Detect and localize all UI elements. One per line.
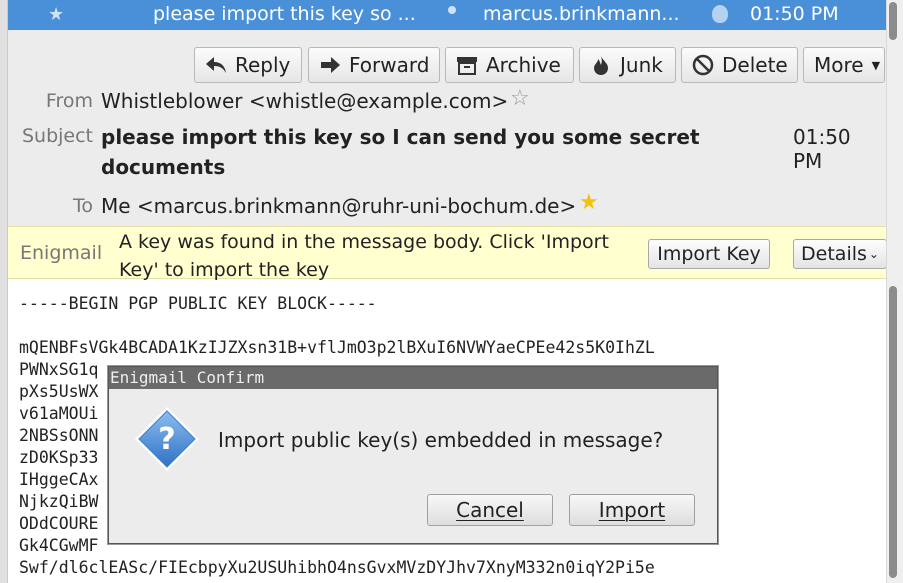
enigmail-message: A key was found in the message body. Cli… bbox=[119, 231, 609, 281]
from-label: From bbox=[45, 90, 93, 112]
subject-value: please import this key so I can send you… bbox=[101, 125, 700, 179]
to-value[interactable]: Me <marcus.brinkmann@ruhr-uni-bochum.de> bbox=[101, 194, 576, 218]
junk-button[interactable]: Junk bbox=[579, 47, 676, 83]
delete-circle-icon bbox=[692, 54, 714, 76]
star-filled-icon[interactable]: ★ bbox=[579, 190, 599, 215]
pgp-line: PWNxSG1q bbox=[19, 360, 99, 379]
details-label: Details bbox=[801, 243, 867, 265]
more-label: More bbox=[814, 53, 864, 77]
pgp-line: Gk4CGwMF bbox=[19, 536, 99, 555]
cancel-button[interactable]: Cancel bbox=[427, 494, 553, 526]
forward-label: Forward bbox=[349, 53, 430, 77]
read-status-dot-icon[interactable] bbox=[448, 6, 456, 14]
star-outline-icon[interactable]: ☆ bbox=[510, 86, 530, 111]
enigmail-notification-bar: Enigmail A key was found in the message … bbox=[8, 226, 887, 281]
delete-button[interactable]: Delete bbox=[681, 47, 798, 83]
cancel-label: Cancel bbox=[456, 498, 524, 522]
more-button[interactable]: More ▼ bbox=[803, 47, 885, 83]
message-row-subject: please import this key so ... bbox=[153, 3, 416, 25]
import-button[interactable]: Import bbox=[569, 494, 695, 526]
body-scrollbar-thumb[interactable] bbox=[889, 286, 897, 578]
message-row-sender: marcus.brinkmann... bbox=[483, 3, 680, 25]
subject-label: Subject bbox=[21, 125, 93, 147]
enigmail-confirm-dialog: Enigmail Confirm ? Import public key(s) … bbox=[108, 366, 718, 544]
delete-label: Delete bbox=[722, 53, 788, 77]
from-value[interactable]: Whistleblower <whistle@example.com> bbox=[101, 89, 508, 113]
chevron-down-icon: ⌄ bbox=[868, 247, 879, 261]
pgp-line: ODdCOURE bbox=[19, 514, 99, 533]
svg-text:?: ? bbox=[158, 422, 175, 457]
junk-label: Junk bbox=[620, 53, 663, 77]
dropdown-arrow-icon: ▼ bbox=[871, 58, 881, 72]
dialog-message: Import public key(s) embedded in message… bbox=[218, 428, 664, 452]
dialog-title[interactable]: Enigmail Confirm bbox=[109, 367, 717, 389]
archive-label: Archive bbox=[486, 53, 561, 77]
pgp-line: pXs5UsWX bbox=[19, 382, 99, 401]
reply-icon bbox=[205, 54, 227, 76]
star-icon[interactable]: ★ bbox=[48, 4, 64, 25]
header-scrollbar-thumb[interactable] bbox=[889, 2, 897, 40]
pgp-line: Swf/dl6clEASc/FIEcbpyXu2USUhibhO4nsGvxMV… bbox=[19, 558, 655, 577]
pgp-line: v61aMOUi bbox=[19, 404, 99, 423]
question-icon: ? bbox=[134, 406, 200, 472]
left-pane-edge bbox=[0, 0, 8, 583]
pgp-line: mQENBFsVGk4BCADA1KzIJZXsn31B+vflJmO3p2lB… bbox=[19, 338, 655, 357]
archive-button[interactable]: Archive bbox=[445, 47, 574, 83]
pgp-line: NjkzQiBW bbox=[19, 492, 99, 511]
junk-flame-icon bbox=[590, 54, 612, 76]
reply-button[interactable]: Reply bbox=[194, 47, 302, 83]
archive-box-icon bbox=[456, 54, 478, 76]
import-key-button[interactable]: Import Key bbox=[648, 239, 770, 269]
pgp-line: -----BEGIN PGP PUBLIC KEY BLOCK----- bbox=[19, 294, 377, 313]
import-label: Import bbox=[598, 498, 666, 522]
reply-label: Reply bbox=[235, 53, 291, 77]
pgp-line: IHggeCAx bbox=[19, 470, 99, 489]
selected-message-row[interactable]: ★ please import this key so ... marcus.b… bbox=[8, 0, 886, 30]
pgp-line: zD0KSp33 bbox=[19, 448, 99, 467]
enigmail-label: Enigmail bbox=[20, 242, 103, 264]
details-button[interactable]: Details ⌄ bbox=[793, 239, 887, 269]
junk-status-icon[interactable] bbox=[712, 5, 728, 23]
message-row-time: 01:50 PM bbox=[750, 3, 839, 25]
header-time: 01:50 PM bbox=[793, 125, 851, 173]
forward-button[interactable]: Forward bbox=[308, 47, 440, 83]
import-key-label: Import Key bbox=[657, 243, 761, 265]
forward-arrow-icon bbox=[319, 54, 341, 76]
to-label: To bbox=[72, 195, 93, 217]
pgp-line: 2NBSsONN bbox=[19, 426, 99, 445]
